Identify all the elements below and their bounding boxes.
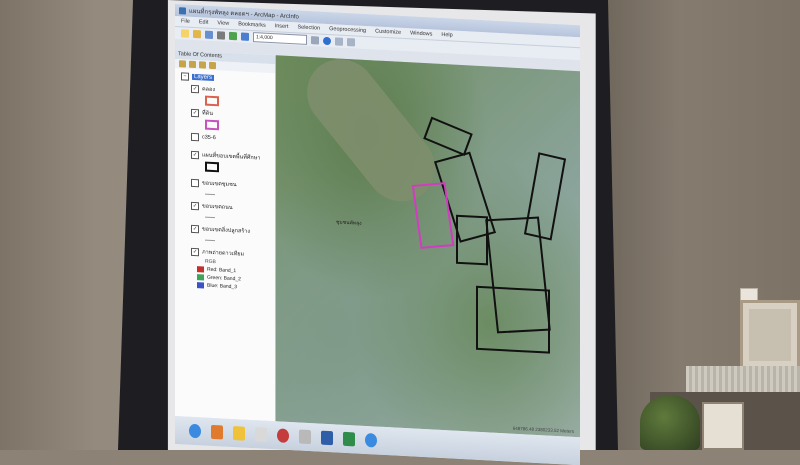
red-band-swatch (197, 266, 204, 273)
layer-label: ขอบเขตชุมชน (202, 180, 237, 189)
parcel-boundary (456, 214, 488, 266)
menu-view[interactable]: View (217, 20, 229, 27)
layer-symbol[interactable] (205, 212, 215, 219)
zoom-in-icon[interactable] (229, 31, 237, 41)
layer-checkbox[interactable]: ✓ (191, 84, 199, 94)
layers-root-label: Layers (192, 73, 215, 82)
layer-item[interactable]: ✓ คลอง (191, 84, 275, 97)
layer-symbol[interactable] (205, 119, 219, 131)
plant (640, 395, 700, 450)
layers-root[interactable]: − Layers (181, 72, 275, 85)
band-label: Red: Band_1 (207, 266, 237, 275)
arcmap-icon (179, 6, 186, 15)
layer-symbol[interactable] (205, 95, 219, 107)
menu-customize[interactable]: Customize (375, 28, 401, 35)
menu-selection[interactable]: Selection (297, 24, 320, 31)
layer-item[interactable]: ✓ ขอบเขตถนน (191, 201, 275, 214)
green-band-swatch (197, 274, 204, 281)
menu-bookmarks[interactable]: Bookmarks (238, 21, 266, 28)
layer-label: แผนที่ขอบเขตพื้นที่ศึกษา (202, 152, 261, 162)
list-by-selection-icon[interactable] (209, 61, 216, 70)
start-button-icon[interactable] (189, 423, 201, 439)
layer-checkbox[interactable]: ✓ (191, 247, 199, 257)
layer-item[interactable]: ✓ ที่ดิน (191, 108, 275, 121)
menu-insert[interactable]: Insert (275, 23, 289, 30)
menu-windows[interactable]: Windows (410, 30, 432, 37)
taskbar-app-icon[interactable] (299, 429, 311, 445)
blue-band-swatch (197, 282, 204, 289)
list-by-source-icon[interactable] (189, 60, 196, 69)
save-icon[interactable] (205, 30, 213, 39)
new-icon[interactable] (181, 29, 189, 38)
coordinate-readout: 648786.48 2380233.52 Meters (512, 425, 574, 434)
layer-symbol[interactable] (205, 189, 215, 196)
list-by-visibility-icon[interactable] (199, 61, 206, 69)
map-view[interactable]: ชุมชนพัทลุง 648786.48 2380233.52 Meters (276, 45, 580, 438)
layer-label: คลอง (202, 86, 216, 94)
browser-icon[interactable] (365, 432, 377, 448)
parcel-boundary (523, 152, 567, 241)
globe-icon[interactable] (323, 36, 331, 46)
band-label: Green: Band_2 (207, 274, 241, 283)
taskbar-app-icon[interactable] (255, 427, 267, 442)
map-scale-input[interactable]: 1:4,000 (253, 32, 307, 45)
layer-item[interactable]: ✓ แผนที่ขอบเขตพื้นที่ศึกษา (191, 150, 275, 163)
list-by-drawing-order-icon[interactable] (179, 60, 186, 68)
main-area: Table Of Contents − Layers ✓ คลอง ✓ ที่ด… (175, 45, 580, 438)
menu-help[interactable]: Help (441, 32, 452, 39)
folder-icon[interactable] (233, 426, 245, 441)
taskbar-app-icon[interactable] (211, 424, 223, 440)
taskbar-app-icon[interactable] (277, 428, 289, 443)
word-icon[interactable] (321, 430, 333, 446)
pan-icon[interactable] (241, 32, 249, 41)
picture-frame (740, 300, 800, 370)
map-label: ชุมชนพัทลุง (336, 219, 362, 227)
menu-file[interactable]: File (181, 18, 190, 24)
identify-icon[interactable] (311, 36, 319, 45)
collapse-icon[interactable]: − (181, 72, 189, 81)
lace-shelf (686, 366, 800, 392)
layer-label: ขอบเขตถนน (202, 203, 233, 212)
layer-symbol[interactable] (205, 161, 219, 173)
layer-checkbox[interactable] (191, 132, 199, 142)
arcmap-window: แผนที่กรุงพัทลุง ตลอดฯ - ArcMap - ArcInf… (175, 4, 580, 465)
layer-item[interactable]: ✓ ขอบเขตสิ่งปลูกสร้าง (191, 224, 275, 237)
menu-edit[interactable]: Edit (199, 19, 208, 25)
parcel-boundary (476, 285, 550, 354)
layer-label: ที่ดิน (202, 110, 213, 117)
layout-icon[interactable] (335, 37, 343, 46)
layer-item[interactable]: ✓ ภาพถ่ายดาวเทียม (191, 247, 275, 260)
layer-item[interactable]: ขอบเขตชุมชน (191, 178, 275, 191)
photo-frame (702, 402, 744, 450)
menu-geoprocessing[interactable]: Geoprocessing (329, 26, 366, 34)
layer-checkbox[interactable]: ✓ (191, 108, 199, 118)
layer-label: c35-6 (202, 134, 216, 142)
layer-label: ขอบเขตสิ่งปลูกสร้าง (202, 226, 251, 235)
excel-icon[interactable] (343, 431, 355, 447)
layer-item[interactable]: c35-6 (191, 132, 275, 145)
layer-checkbox[interactable] (191, 178, 199, 188)
layer-label: ภาพถ่ายดาวเทียม (202, 249, 245, 258)
layer-checkbox[interactable]: ✓ (191, 201, 199, 211)
print-icon[interactable] (217, 31, 225, 40)
band-label: Blue: Band_3 (207, 282, 238, 291)
layer-symbol[interactable] (205, 235, 215, 242)
layer-checkbox[interactable]: ✓ (191, 150, 199, 160)
catalog-icon[interactable] (347, 38, 355, 47)
layer-checkbox[interactable]: ✓ (191, 224, 199, 234)
table-of-contents: Table Of Contents − Layers ✓ คลอง ✓ ที่ด… (175, 50, 276, 422)
open-icon[interactable] (193, 29, 201, 39)
